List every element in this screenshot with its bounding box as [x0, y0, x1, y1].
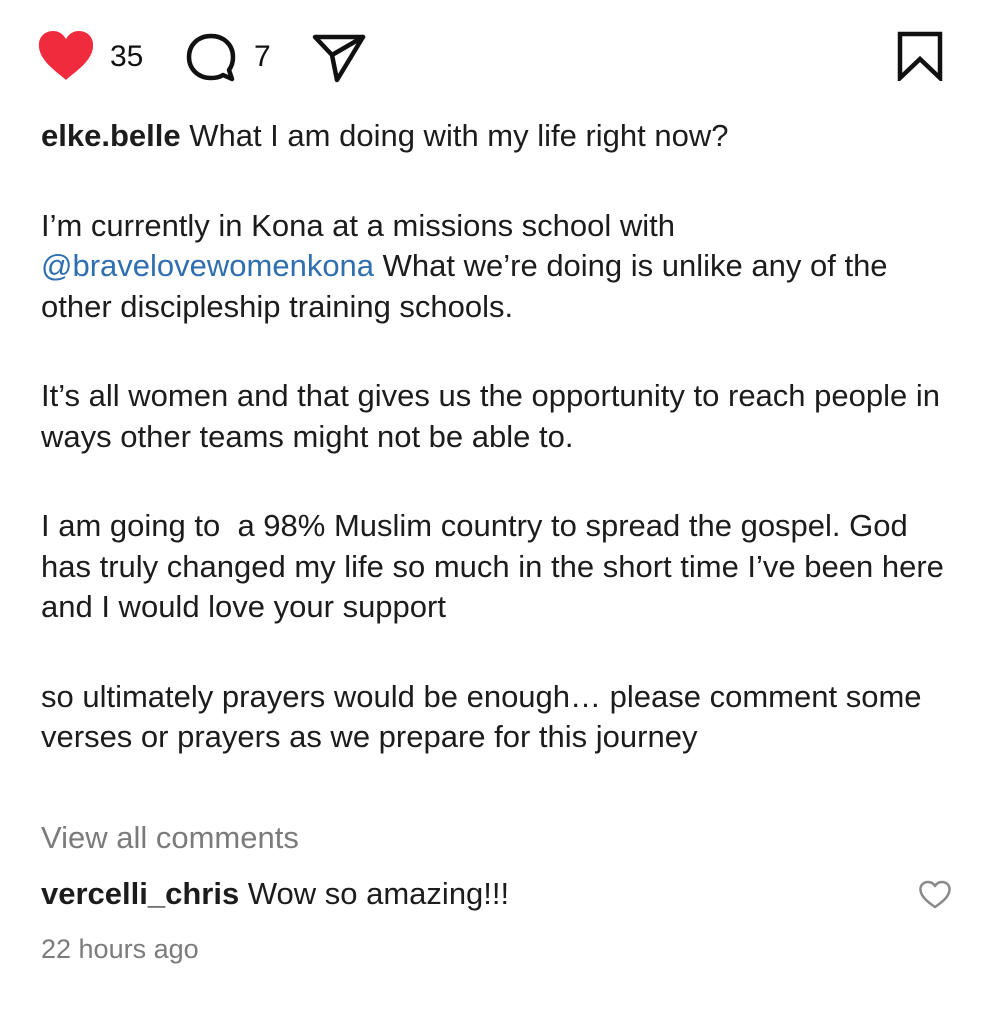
caption-text: I’m currently in Kona at a missions scho… — [41, 207, 684, 243]
caption-first-line: What I am doing with my life right now? — [189, 118, 729, 153]
post-caption: elke.belle What I am doing with my life … — [41, 116, 956, 807]
heart-filled-icon[interactable] — [36, 30, 96, 82]
caption-paragraph-4: I am going to a 98% Muslim country to sp… — [41, 508, 953, 624]
comment-count[interactable]: 7 — [254, 42, 271, 72]
paper-plane-icon[interactable] — [312, 33, 366, 83]
caption-paragraph-2: I’m currently in Kona at a missions scho… — [41, 206, 956, 328]
caption-paragraph-3: It’s all women and that gives us the opp… — [41, 378, 949, 454]
post-timestamp: 22 hours ago — [41, 934, 199, 964]
mention-link[interactable]: @bravelovewomenkona — [41, 248, 374, 283]
caption-username[interactable]: elke.belle — [41, 118, 181, 153]
like-count[interactable]: 35 — [110, 42, 143, 72]
caption-intro: elke.belle What I am doing with my life … — [41, 116, 956, 157]
caption-paragraph-5: so ultimately prayers would be enough… p… — [41, 678, 931, 755]
bookmark-icon[interactable] — [896, 31, 944, 81]
comment-username[interactable]: vercelli_chris — [41, 876, 239, 911]
comment-bubble-icon[interactable] — [186, 33, 244, 83]
heart-outline-icon[interactable] — [918, 880, 952, 910]
comment-item: vercelli_chris Wow so amazing!!! — [41, 874, 509, 914]
view-all-comments-link[interactable]: View all comments — [41, 818, 299, 858]
comment-text: Wow so amazing!!! — [247, 876, 510, 911]
post-action-bar: 35 7 — [0, 0, 986, 110]
